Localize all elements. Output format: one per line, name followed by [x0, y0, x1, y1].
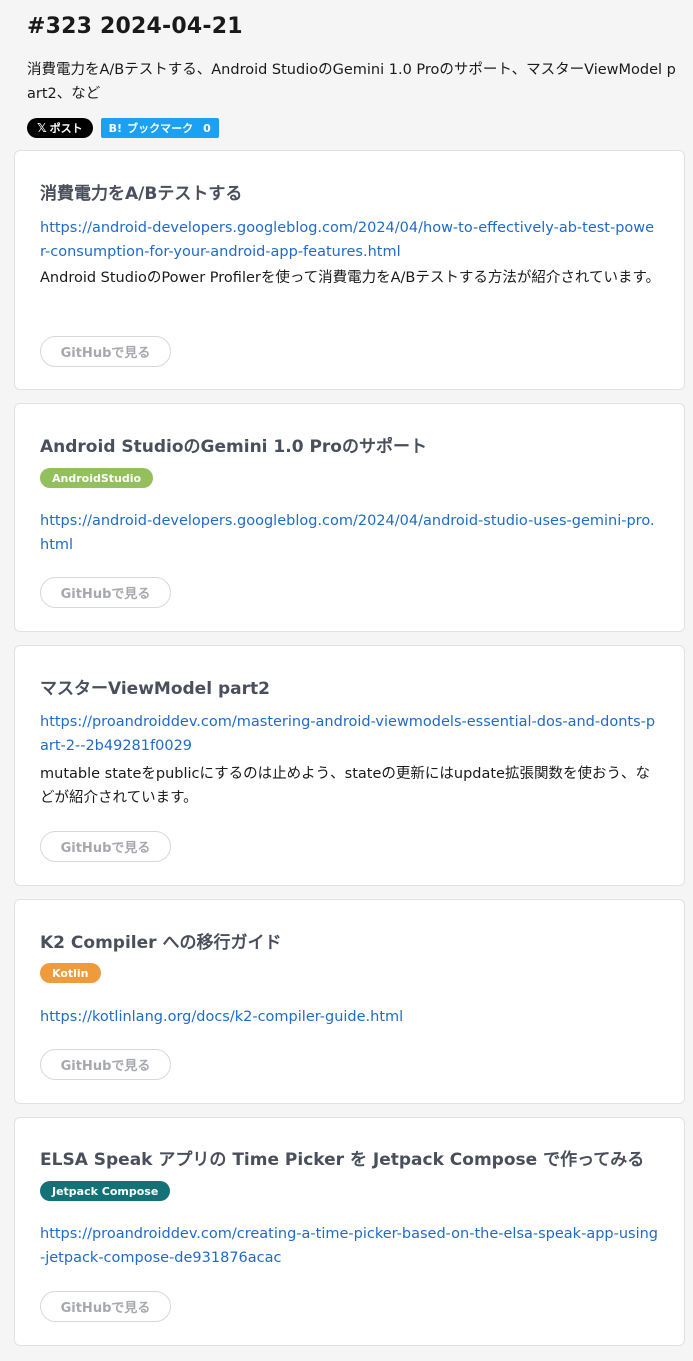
x-logo-icon: 𝕏	[37, 121, 47, 135]
article-title: Android StudioのGemini 1.0 Proのサポート	[40, 437, 427, 457]
article-link[interactable]: https://kotlinlang.org/docs/k2-compiler-…	[40, 1005, 660, 1029]
github-button[interactable]: GitHubで見る	[40, 1291, 171, 1322]
github-button[interactable]: GitHubで見る	[40, 577, 171, 608]
hatena-bookmark-button[interactable]: B! ブックマーク 0	[100, 118, 219, 138]
page: #323 2024-04-21 消費電力をA/Bテストする、Android St…	[0, 0, 693, 1361]
share-buttons: 𝕏 ポスト B! ブックマーク 0	[27, 118, 219, 138]
article-title: ELSA Speak アプリの Time Picker を Jetpack Co…	[40, 1150, 645, 1170]
article-description: Android StudioのPower Profilerを使って消費電力をA/…	[40, 270, 660, 286]
article-title: 消費電力をA/Bテストする	[40, 184, 243, 204]
article-title: マスターViewModel part2	[40, 679, 270, 699]
article-link[interactable]: https://android-developers.googleblog.co…	[40, 509, 660, 557]
hatena-logo-icon: B!	[108, 121, 123, 135]
hatena-bookmark-count: 0	[203, 121, 211, 135]
x-post-label: ポスト	[49, 122, 83, 135]
github-button[interactable]: GitHubで見る	[40, 336, 171, 367]
tag-kotlin[interactable]: Kotlin	[40, 963, 101, 983]
article-card: 消費電力をA/Bテストする https://android-developers…	[14, 150, 685, 390]
article-card: Android StudioのGemini 1.0 Proのサポート Andro…	[14, 403, 685, 632]
x-post-button[interactable]: 𝕏 ポスト	[27, 118, 93, 138]
tag-androidstudio[interactable]: AndroidStudio	[40, 468, 154, 488]
tag-jetpack-compose[interactable]: Jetpack Compose	[40, 1181, 171, 1201]
article-description: mutable stateをpublicにするのは止めよう、stateの更新には…	[40, 766, 650, 806]
article-card: ELSA Speak アプリの Time Picker を Jetpack Co…	[14, 1117, 685, 1346]
article-card: K2 Compiler への移行ガイド Kotlin https://kotli…	[14, 899, 685, 1104]
article-link[interactable]: https://android-developers.googleblog.co…	[40, 216, 660, 264]
article-link[interactable]: https://proandroiddev.com/mastering-andr…	[40, 710, 660, 758]
page-title: #323 2024-04-21	[27, 14, 243, 39]
github-button[interactable]: GitHubで見る	[40, 831, 171, 862]
article-link[interactable]: https://proandroiddev.com/creating-a-tim…	[40, 1222, 660, 1270]
github-button[interactable]: GitHubで見る	[40, 1049, 171, 1080]
article-card: マスターViewModel part2 https://proandroidde…	[14, 645, 685, 886]
page-subtitle: 消費電力をA/Bテストする、Android StudioのGemini 1.0 …	[27, 62, 676, 102]
article-title: K2 Compiler への移行ガイド	[40, 933, 282, 953]
hatena-bookmark-label: ブックマーク	[127, 122, 194, 135]
